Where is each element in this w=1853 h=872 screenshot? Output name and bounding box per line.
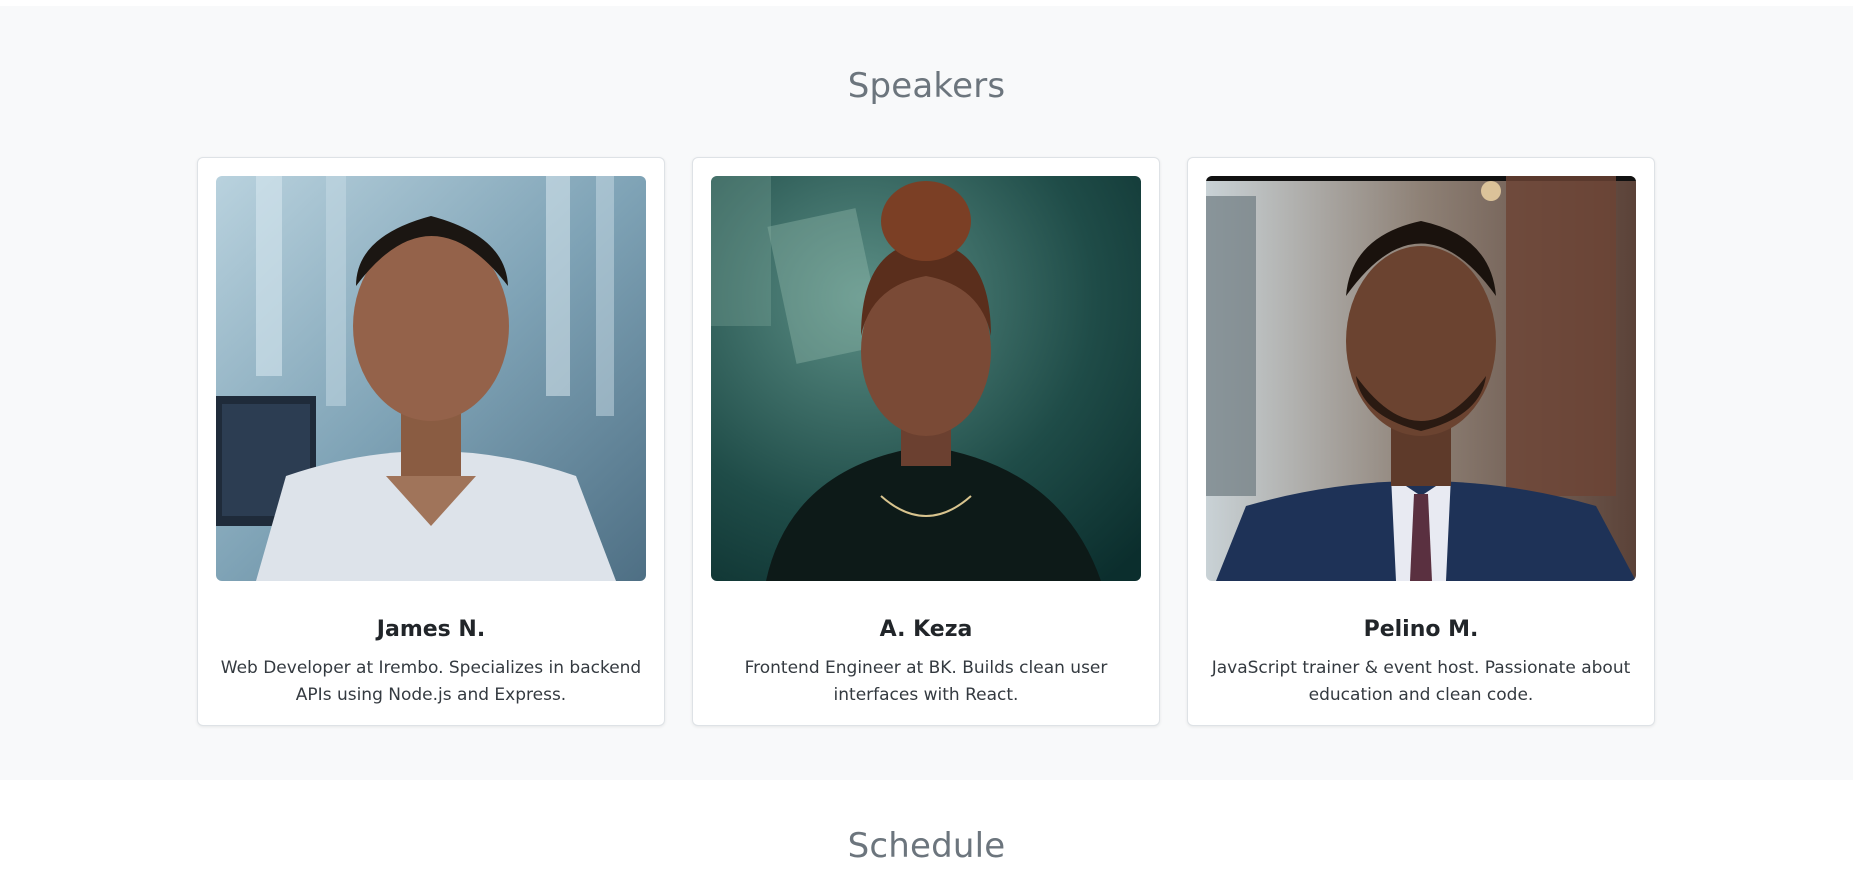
speaker-bio: Web Developer at Irembo. Specializes in … [220,658,642,705]
speaker-bio: JavaScript trainer & event host. Passion… [1211,658,1631,705]
speaker-card: Pelino M. JavaScript trainer & event hos… [1187,157,1655,726]
speaker-photo [216,176,646,581]
speaker-card-body: A. Keza Frontend Engineer at BK. Builds … [711,581,1141,709]
speaker-bio: Frontend Engineer at BK. Builds clean us… [744,658,1108,705]
speaker-card: A. Keza Frontend Engineer at BK. Builds … [692,157,1160,726]
speaker-card: James N. Web Developer at Irembo. Specia… [197,157,665,726]
speaker-photo-image [1206,176,1636,581]
speaker-name: A. Keza [879,617,973,642]
speaker-photo-image [711,176,1141,581]
speakers-section: Speakers James N. Web Developer at Iremb… [0,6,1853,780]
speaker-photo-image [216,176,646,581]
speaker-card-body: James N. Web Developer at Irembo. Specia… [216,581,646,709]
speaker-photo [711,176,1141,581]
speaker-card-body: Pelino M. JavaScript trainer & event hos… [1206,581,1636,709]
speaker-cards: James N. Web Developer at Irembo. Specia… [197,157,1656,726]
speaker-photo [1206,176,1636,581]
schedule-heading: Schedule [847,826,1006,866]
speakers-heading: Speakers [847,66,1006,106]
speaker-name: Pelino M. [1363,617,1479,642]
speaker-name: James N. [376,617,486,642]
schedule-section: Schedule [0,780,1853,872]
